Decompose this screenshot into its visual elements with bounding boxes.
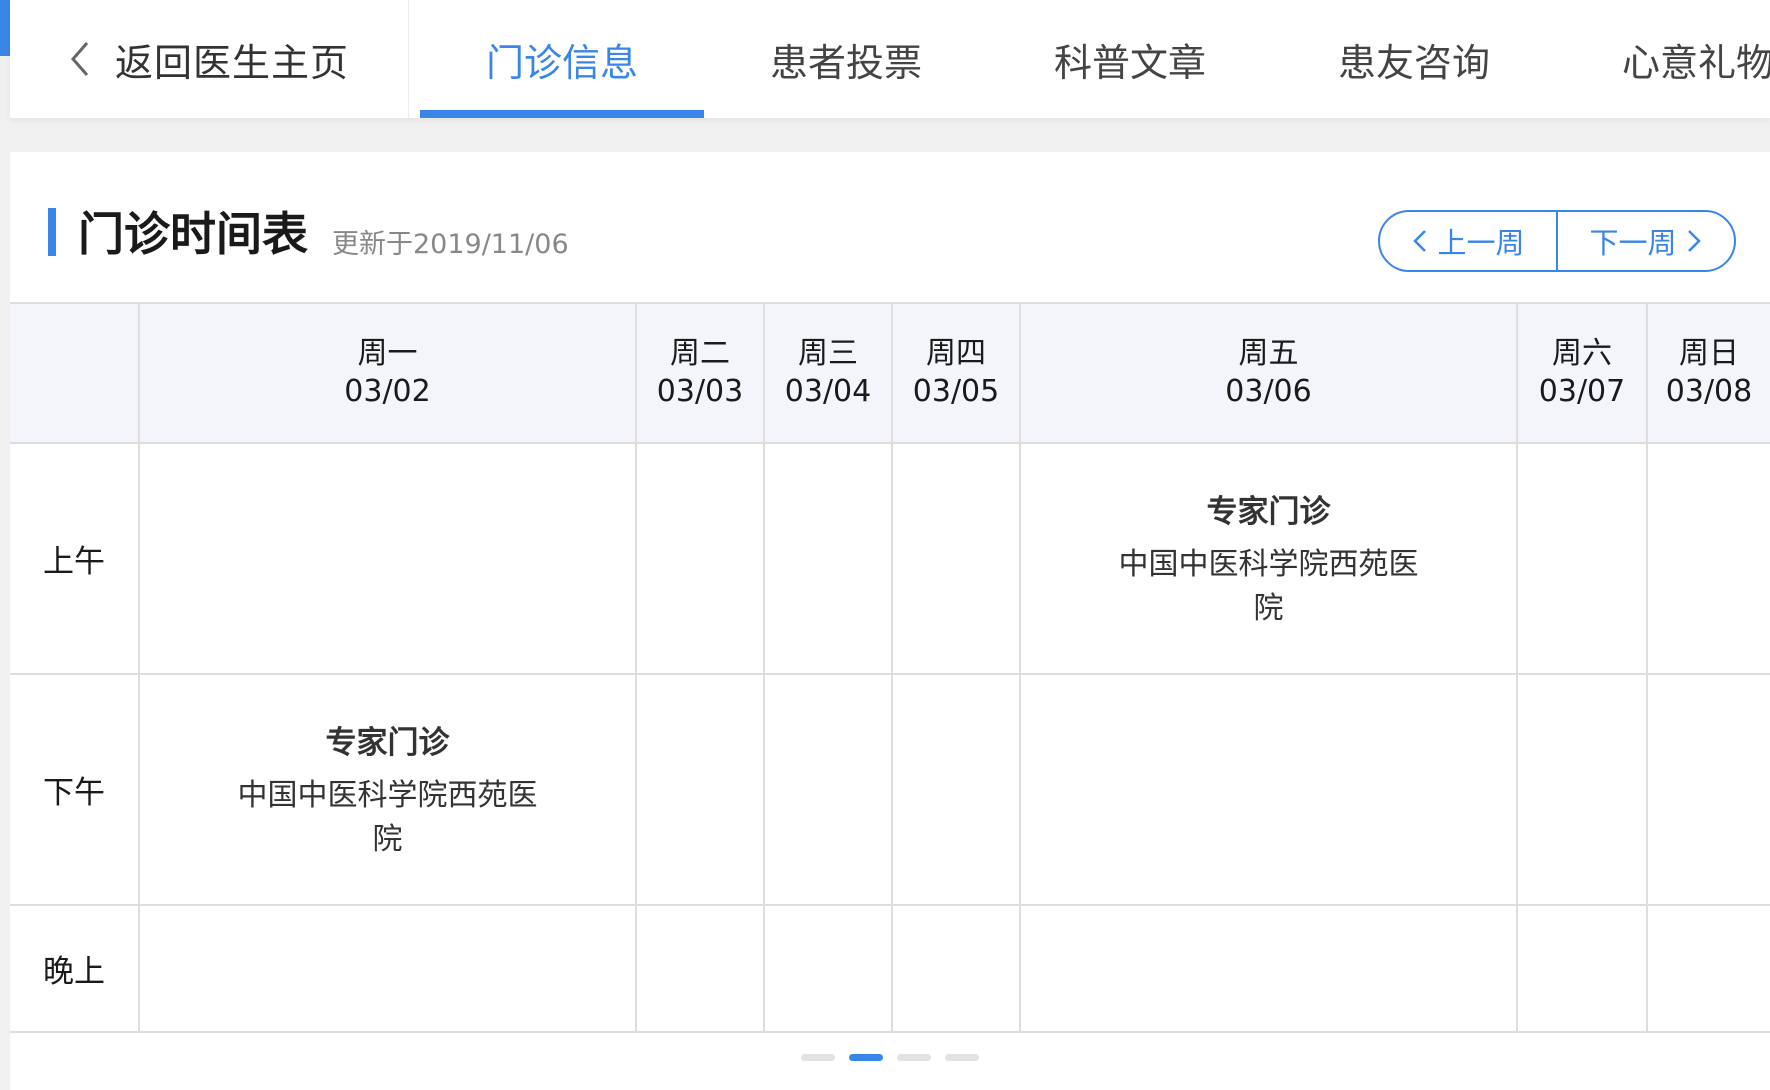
week-navigation: 上一周 下一周 <box>1378 210 1736 272</box>
day-name: 周六 <box>1552 336 1612 371</box>
chevron-left-icon <box>69 42 99 76</box>
clinic-slot-fri-am[interactable]: 专家门诊 中国中医科学院西苑医院 <box>1019 442 1518 675</box>
schedule-cell <box>1019 673 1518 906</box>
schedule-cell <box>1646 673 1770 906</box>
day-header: 周二 03/03 <box>635 302 765 444</box>
schedule-cell <box>1516 904 1648 1033</box>
schedule-cell <box>138 904 637 1033</box>
day-date: 03/06 <box>1225 374 1312 409</box>
tab-articles[interactable]: 科普文章 <box>988 0 1272 118</box>
schedule-cell <box>1646 442 1770 675</box>
schedule-cell <box>891 442 1021 675</box>
evening-row: 晚上 <box>10 904 1770 1033</box>
day-date: 03/03 <box>656 374 744 409</box>
tab-patient-votes[interactable]: 患者投票 <box>704 0 988 118</box>
clinic-type: 专家门诊 <box>1206 494 1331 530</box>
next-week-label: 下一周 <box>1589 226 1677 260</box>
prev-week-label: 上一周 <box>1437 226 1525 260</box>
clinic-type: 专家门诊 <box>325 725 450 761</box>
schedule-cell <box>635 904 765 1033</box>
prev-week-button[interactable]: 上一周 <box>1380 212 1558 270</box>
day-header: 周日 03/08 <box>1646 302 1770 444</box>
day-name: 周三 <box>798 336 858 371</box>
schedule-title: 门诊时间表 <box>78 207 308 261</box>
page-dot[interactable] <box>801 1054 835 1061</box>
clinic-hospital: 中国中医科学院西苑医院 <box>1118 547 1419 626</box>
afternoon-row: 下午 专家门诊 中国中医科学院西苑医院 <box>10 673 1770 906</box>
slot-label: 上午 <box>10 442 140 675</box>
page-dot[interactable] <box>945 1054 979 1061</box>
left-accent-bar <box>0 0 10 56</box>
day-name: 周四 <box>926 336 986 371</box>
tab-clinic-info[interactable]: 门诊信息 <box>420 0 704 118</box>
schedule-cell <box>138 442 637 675</box>
morning-row: 上午 专家门诊 中国中医科学院西苑医院 <box>10 442 1770 675</box>
day-header: 周一 03/02 <box>138 302 637 444</box>
schedule-cell <box>763 904 893 1033</box>
day-name: 周日 <box>1679 336 1739 371</box>
top-tab-bar: 返回医生主页 门诊信息 患者投票 科普文章 患友咨询 心意礼物 <box>10 0 1770 118</box>
tab-gifts[interactable]: 心意礼物 <box>1556 0 1770 118</box>
slot-label: 晚上 <box>10 904 140 1033</box>
day-name: 周一 <box>357 336 418 371</box>
schedule-cell <box>763 442 893 675</box>
schedule-header: 门诊时间表 更新于2019/11/06 上一周 下一周 <box>10 152 1770 302</box>
schedule-cell <box>891 673 1021 906</box>
schedule-cell <box>1516 442 1648 675</box>
page-dot[interactable] <box>897 1054 931 1061</box>
clinic-hospital: 中国中医科学院西苑医院 <box>237 778 538 857</box>
day-date: 03/08 <box>1665 374 1753 409</box>
corner-cell <box>10 302 140 444</box>
back-to-doctor-home-button[interactable]: 返回医生主页 <box>10 0 409 118</box>
pagination-dots <box>10 1054 1770 1064</box>
schedule-cell <box>763 673 893 906</box>
day-date: 03/05 <box>912 374 1000 409</box>
page-dot-active[interactable] <box>849 1054 883 1061</box>
day-header: 周六 03/07 <box>1516 302 1648 444</box>
tab-consultations[interactable]: 患友咨询 <box>1272 0 1556 118</box>
day-date: 03/02 <box>344 374 431 409</box>
schedule-cell <box>1516 673 1648 906</box>
chevron-left-icon <box>1413 230 1427 252</box>
updated-date: 更新于2019/11/06 <box>332 229 569 260</box>
day-header: 周五 03/06 <box>1019 302 1518 444</box>
schedule-card: 门诊时间表 更新于2019/11/06 上一周 下一周 周一 03/02 周二 … <box>10 152 1770 1090</box>
day-date: 03/07 <box>1538 374 1626 409</box>
schedule-cell <box>891 904 1021 1033</box>
day-name: 周五 <box>1238 336 1299 371</box>
schedule-cell <box>635 442 765 675</box>
day-header: 周三 03/04 <box>763 302 893 444</box>
chevron-right-icon <box>1687 230 1701 252</box>
back-button-label: 返回医生主页 <box>114 40 349 85</box>
day-date: 03/04 <box>784 374 872 409</box>
schedule-cell <box>1019 904 1518 1033</box>
next-week-button[interactable]: 下一周 <box>1558 212 1734 270</box>
day-header: 周四 03/05 <box>891 302 1021 444</box>
day-name: 周二 <box>670 336 730 371</box>
slot-label: 下午 <box>10 673 140 906</box>
schedule-cell <box>1646 904 1770 1033</box>
clinic-slot-mon-pm[interactable]: 专家门诊 中国中医科学院西苑医院 <box>138 673 637 906</box>
day-header-row: 周一 03/02 周二 03/03 周三 03/04 周四 03/05 周五 03/06 … <box>10 302 1770 444</box>
schedule-table: 周一 03/02 周二 03/03 周三 03/04 周四 03/05 周五 03/06 … <box>10 302 1770 1033</box>
title-accent-bar <box>48 208 56 256</box>
schedule-cell <box>635 673 765 906</box>
